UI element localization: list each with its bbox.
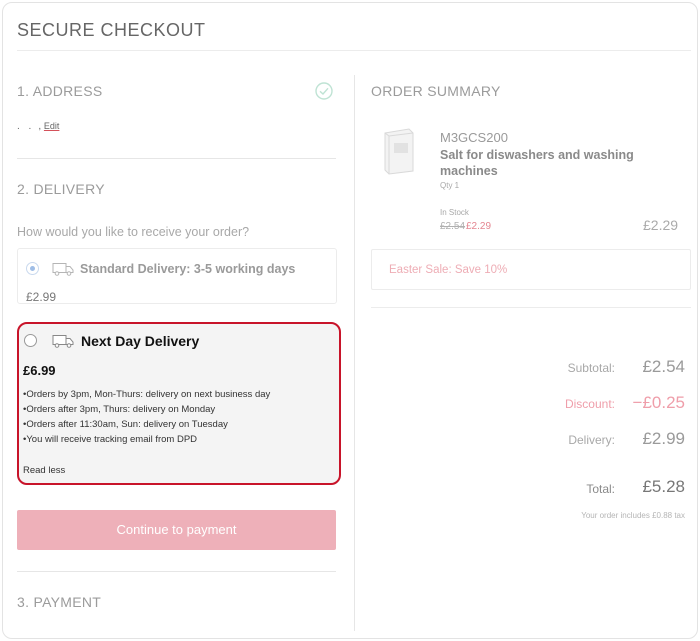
delivery-note: •You will receive tracking email from DP… <box>23 434 198 445</box>
next-day-delivery-radio[interactable] <box>24 334 37 347</box>
delivery-heading: 2. DELIVERY <box>17 181 105 197</box>
discount-value: −£0.25 <box>632 393 685 412</box>
sale-price: £2.29 <box>466 221 492 232</box>
product-thumbnail <box>384 128 414 175</box>
order-summary-heading: ORDER SUMMARY <box>371 83 501 99</box>
total-value: £5.28 <box>642 477 685 496</box>
delivery-note: •Orders by 3pm, Mon-Thurs: delivery on n… <box>23 389 271 400</box>
discount-label: Discount: <box>564 397 615 411</box>
column-divider <box>354 75 355 631</box>
delivery-value: £2.99 <box>642 429 685 448</box>
original-price: £2.54 <box>440 221 466 232</box>
stock-status: In Stock <box>440 208 469 217</box>
address-text: . . <box>17 121 35 132</box>
product-quantity: Qty 1 <box>440 181 460 190</box>
subtotal-value: £2.54 <box>642 357 685 376</box>
address-summary: . ., Edit <box>17 121 59 132</box>
tax-note: Your order includes £0.88 tax <box>581 511 685 520</box>
delivery-van-icon <box>52 263 74 276</box>
check-circle-icon <box>315 82 333 100</box>
payment-heading: 3. PAYMENT <box>17 594 102 610</box>
address-separator: , <box>38 121 42 132</box>
promo-text: Easter Sale: Save 10% <box>389 264 508 276</box>
next-day-delivery-option[interactable]: Next Day Delivery £6.99 •Orders by 3pm, … <box>17 322 341 485</box>
read-less-link[interactable]: Read less <box>23 465 65 476</box>
address-heading: 1. ADDRESS <box>17 83 103 99</box>
product-name: Salt for diswashers and washing machines <box>440 148 634 178</box>
edit-address-link[interactable]: Edit <box>44 121 60 131</box>
delivery-note: •Orders after 3pm, Thurs: delivery on Mo… <box>23 404 216 415</box>
delivery-divider <box>17 571 336 572</box>
product-code: M3GCS200 <box>440 130 508 145</box>
standard-delivery-option[interactable]: Standard Delivery: 3-5 working days £2.9… <box>17 248 337 304</box>
delivery-question: How would you like to receive your order… <box>17 225 250 239</box>
delivery-van-icon <box>52 335 74 348</box>
summary-divider <box>371 307 691 308</box>
address-divider <box>17 158 336 159</box>
continue-to-payment-button[interactable]: Continue to payment <box>17 510 336 550</box>
subtotal-label: Subtotal: <box>567 361 615 375</box>
delivery-note: •Orders after 11:30am, Sun: delivery on … <box>23 419 228 430</box>
page-title: SECURE CHECKOUT <box>17 20 206 40</box>
delivery-notes: •Orders by 3pm, Mon-Thurs: delivery on n… <box>23 387 270 447</box>
line-total: £2.29 <box>643 217 679 233</box>
standard-delivery-price: £2.99 <box>26 290 57 304</box>
standard-delivery-radio[interactable] <box>26 262 39 275</box>
checkout-frame: SECURE CHECKOUT 1. ADDRESS . ., Edit 2. … <box>2 2 698 639</box>
total-label: Total: <box>586 482 615 496</box>
title-divider <box>17 50 691 51</box>
next-day-delivery-title: Next Day Delivery <box>81 333 200 349</box>
delivery-label: Delivery: <box>568 433 615 447</box>
standard-delivery-title: Standard Delivery: 3-5 working days <box>80 262 296 276</box>
next-day-delivery-price: £6.99 <box>23 363 56 378</box>
promo-box: Easter Sale: Save 10% <box>371 249 691 290</box>
